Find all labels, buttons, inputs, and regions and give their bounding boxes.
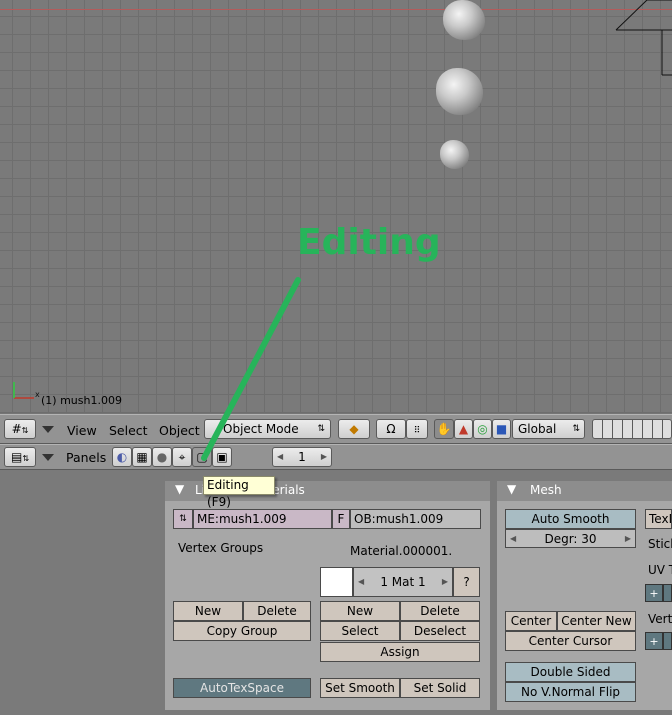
uv-texture-label: UV T: [648, 563, 672, 577]
mesh-browse[interactable]: ⇅: [173, 509, 193, 529]
center-new-button[interactable]: Center New: [557, 611, 636, 631]
layer-buttons[interactable]: [592, 419, 672, 439]
new-vertex-group-button[interactable]: New: [173, 601, 243, 621]
degr-field[interactable]: ◀ Degr: 30 ▶: [505, 529, 636, 548]
axis-icon: ⌖: [178, 450, 186, 464]
mesh-object[interactable]: [436, 68, 483, 115]
editor-type-menu-buttons[interactable]: ▤⇅: [4, 447, 36, 467]
center-cursor-button[interactable]: Center Cursor: [505, 631, 636, 651]
dots-icon: ⠿: [413, 426, 421, 436]
shading-icon: ◆: [349, 422, 359, 436]
manipulator-hand[interactable]: ✋: [434, 419, 454, 439]
delete-vertex-group-button[interactable]: Delete: [243, 601, 311, 621]
fake-user-toggle[interactable]: F: [332, 509, 350, 529]
logic-icon: ◐: [116, 450, 128, 464]
grid-icon: #: [11, 422, 22, 436]
menu-select[interactable]: Select: [109, 423, 148, 438]
draw-type-select[interactable]: ◆: [338, 419, 370, 439]
add-vertex-color-icon[interactable]: +: [645, 632, 663, 650]
updown-icon: ⇅: [317, 424, 325, 434]
object-label: (1) mush1.009: [41, 394, 122, 407]
vertex-color-label: Vert: [648, 612, 672, 626]
delete-material-button[interactable]: Delete: [400, 601, 480, 621]
collapse-header-icon[interactable]: [42, 454, 54, 461]
context-object-button[interactable]: ⌖: [172, 447, 192, 467]
center-button[interactable]: Center: [505, 611, 557, 631]
add-uv-icon[interactable]: +: [645, 584, 663, 602]
context-logic-button[interactable]: ◐: [112, 447, 132, 467]
hand-icon: ✋: [436, 422, 452, 436]
snap-toggle[interactable]: ⠿: [406, 419, 428, 439]
right-arrow-icon: ▶: [320, 452, 327, 461]
pivot-select[interactable]: Ω: [376, 419, 406, 439]
collapse-header-icon[interactable]: [42, 426, 54, 433]
collapse-triangle-icon: ▼: [507, 482, 517, 496]
vertex-color-image-icon[interactable]: [663, 632, 672, 650]
triangle-icon: ▲: [458, 422, 469, 436]
uv-image-icon[interactable]: [663, 584, 672, 602]
context-shading-button[interactable]: ●: [152, 447, 172, 467]
panels-label: Panels: [66, 450, 107, 465]
copy-group-button[interactable]: Copy Group: [173, 621, 311, 641]
pivot-icon: Ω: [386, 422, 396, 436]
select-material-button[interactable]: Select: [320, 621, 400, 641]
editor-type-menu[interactable]: #⇅: [4, 419, 36, 439]
no-vnormal-flip-toggle[interactable]: No V.Normal Flip: [505, 682, 636, 702]
svg-text:x: x: [35, 390, 40, 399]
auto-smooth-toggle[interactable]: Auto Smooth: [505, 509, 636, 529]
material-name-label: Material.000001.: [350, 544, 453, 558]
right-arrow-icon: ▶: [624, 534, 631, 543]
sticky-label: Stick: [648, 537, 672, 551]
deselect-material-button[interactable]: Deselect: [400, 621, 480, 641]
square-icon: ■: [495, 422, 508, 436]
red-x-axis-line: [0, 9, 672, 10]
manipulator-translate[interactable]: ▲: [454, 419, 473, 439]
window-icon: ▤: [10, 450, 23, 464]
manipulator-rotate[interactable]: ◎: [473, 419, 492, 439]
double-sided-toggle[interactable]: Double Sided: [505, 662, 636, 682]
updown-icon: ⇅: [22, 454, 30, 463]
manipulator-scale[interactable]: ■: [492, 419, 511, 439]
annotation-arrow: [201, 277, 301, 461]
menu-view[interactable]: View: [67, 423, 97, 438]
vertex-groups-label: Vertex Groups: [178, 541, 264, 555]
mesh-panel-header[interactable]: ▼ Mesh: [497, 481, 672, 501]
updown-icon: ⇅: [21, 426, 29, 435]
left-arrow-icon: ◀: [358, 577, 365, 586]
assign-material-button[interactable]: Assign: [320, 642, 480, 662]
3d-viewport[interactable]: x (1) mush1.009 Editing: [0, 0, 672, 413]
material-color-swatch[interactable]: [320, 567, 353, 597]
sphere-icon: ●: [156, 450, 168, 464]
new-material-button[interactable]: New: [320, 601, 400, 621]
collapse-triangle-icon: ▼: [175, 482, 185, 496]
ring-icon: ◎: [477, 422, 488, 436]
right-arrow-icon: ▶: [441, 577, 448, 586]
annotation-text: Editing: [297, 222, 441, 263]
material-help-button[interactable]: ?: [453, 567, 480, 597]
context-script-button[interactable]: ▦: [132, 447, 152, 467]
updown-icon: ⇅: [572, 424, 580, 434]
set-solid-button[interactable]: Set Solid: [400, 678, 480, 698]
mesh-name-field[interactable]: ME:mush1.009: [193, 509, 332, 529]
left-arrow-icon: ◀: [510, 534, 517, 543]
material-index-field[interactable]: ◀ 1 Mat 1 ▶: [353, 567, 453, 597]
set-smooth-button[interactable]: Set Smooth: [320, 678, 400, 698]
axis-gizmo-icon: x: [13, 382, 40, 399]
script-icon: ▦: [136, 450, 148, 464]
orientation-select[interactable]: Global ⇅: [512, 419, 585, 439]
wire-object: [615, 0, 672, 76]
object-name-field[interactable]: OB:mush1.009: [350, 509, 481, 529]
autotexspace-toggle[interactable]: AutoTexSpace: [173, 678, 311, 698]
texmesh-field[interactable]: TexM: [645, 509, 672, 529]
mesh-object[interactable]: [440, 140, 469, 169]
mesh-object[interactable]: [443, 0, 485, 40]
tooltip: Editing (F9): [203, 476, 275, 509]
